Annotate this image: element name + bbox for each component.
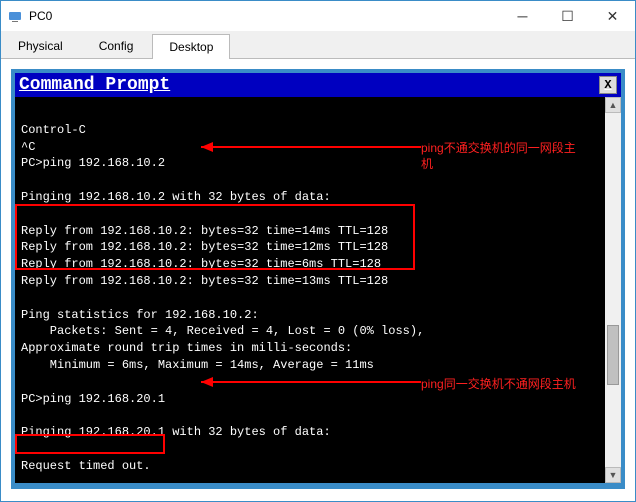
tab-desktop[interactable]: Desktop xyxy=(152,34,230,59)
content-area: Command Prompt X Control-C ^C PC>ping 19… xyxy=(1,59,635,499)
window-title: PC0 xyxy=(29,9,500,23)
app-window: PC0 ─ ☐ ✕ Physical Config Desktop Comman… xyxy=(0,0,636,502)
scrollbar[interactable]: ▲ ▼ xyxy=(605,97,621,483)
scroll-track[interactable] xyxy=(605,113,621,467)
scroll-thumb[interactable] xyxy=(607,325,619,385)
scroll-down-button[interactable]: ▼ xyxy=(605,467,621,483)
annotation-1: ping不通交换机的同一网段主 机 xyxy=(421,141,576,172)
terminal-title: Command Prompt xyxy=(19,75,170,95)
tab-physical[interactable]: Physical xyxy=(1,33,80,58)
annotation-2: ping同一交换机不通网段主机 xyxy=(421,377,576,393)
app-icon xyxy=(7,8,23,24)
terminal-titlebar: Command Prompt X xyxy=(15,73,621,97)
tab-bar: Physical Config Desktop xyxy=(1,31,635,59)
close-button[interactable]: ✕ xyxy=(590,1,635,31)
tab-config[interactable]: Config xyxy=(82,33,151,58)
titlebar: PC0 ─ ☐ ✕ xyxy=(1,1,635,31)
scroll-up-button[interactable]: ▲ xyxy=(605,97,621,113)
minimize-button[interactable]: ─ xyxy=(500,1,545,31)
terminal-window: Command Prompt X Control-C ^C PC>ping 19… xyxy=(11,69,625,489)
window-buttons: ─ ☐ ✕ xyxy=(500,1,635,31)
maximize-button[interactable]: ☐ xyxy=(545,1,590,31)
terminal-close-button[interactable]: X xyxy=(599,76,617,94)
